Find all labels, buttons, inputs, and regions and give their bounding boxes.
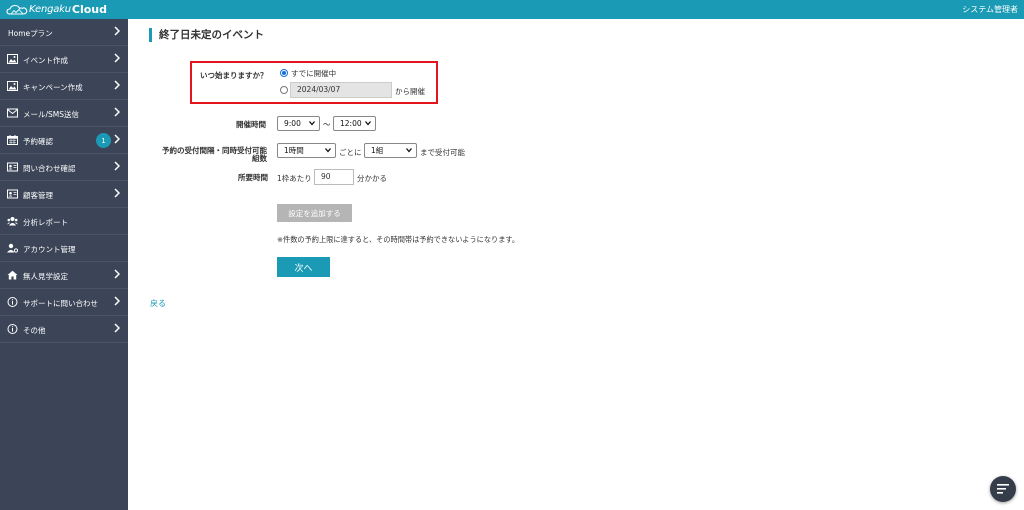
groups-suffix: まで受付可能 (420, 148, 465, 157)
chevron-right-icon (114, 161, 120, 171)
time-separator: 〜 (323, 120, 331, 129)
image-icon (7, 81, 18, 91)
sidebar-item-label: 顧客管理 (23, 191, 53, 200)
end-time-value: 12:00 (340, 119, 362, 128)
sidebar-item-3[interactable]: メール/SMS送信 (0, 100, 128, 127)
page-title: 終了日未定のイベント (149, 28, 264, 42)
info-icon (7, 324, 18, 334)
info-icon (7, 297, 18, 307)
chevron-right-icon (114, 26, 120, 36)
duration-label: 所要時間 (238, 173, 268, 182)
sidebar-item-5[interactable]: 問い合わせ確認 (0, 154, 128, 181)
chevron-right-icon (114, 323, 120, 333)
home-icon (7, 270, 18, 280)
groups-value: 1組 (371, 146, 384, 155)
chevron-right-icon (114, 188, 120, 198)
user-menu[interactable]: システム管理者 (962, 4, 1018, 15)
sidebar-item-label: その他 (23, 326, 46, 335)
chevron-right-icon (114, 269, 120, 279)
chevron-down-icon (365, 121, 371, 126)
chevron-right-icon (114, 134, 120, 144)
image-icon (7, 54, 18, 64)
start-label: いつ始まりますか？ (200, 71, 268, 80)
brand-suffix: Cloud (71, 3, 108, 16)
user-gear-icon (7, 243, 18, 253)
sidebar-item-8[interactable]: アカウント管理 (0, 235, 128, 262)
groups-select[interactable]: 1組 (364, 143, 417, 158)
hours-label: 開催時間 (236, 120, 266, 129)
sidebar-item-label: 分析レポート (23, 218, 68, 227)
interval-select[interactable]: 1時間 (277, 143, 336, 158)
chevron-right-icon (114, 53, 120, 63)
sidebar-item-label: 問い合わせ確認 (23, 164, 76, 173)
sidebar-item-6[interactable]: 顧客管理 (0, 181, 128, 208)
logo[interactable]: Kengaku Cloud (6, 3, 107, 16)
sidebar: Homeプランイベント作成キャンペーン作成 メール/SMS送信 予約確認 1 問い合わせ… (0, 19, 128, 510)
sidebar-item-4[interactable]: 予約確認 1 (0, 127, 128, 154)
back-link[interactable]: 戻る (150, 298, 166, 309)
duration-suffix: 分かかる (357, 174, 387, 183)
chevron-right-icon (114, 80, 120, 90)
chevron-down-icon (406, 148, 412, 153)
sidebar-item-label: サポートに問い合わせ (23, 299, 98, 308)
filter-list-icon (997, 484, 1009, 494)
brand-prefix: Kengaku (29, 4, 71, 15)
notification-badge: 1 (96, 133, 111, 148)
mail-icon (7, 108, 18, 118)
duration-prefix: 1枠あたり (277, 174, 312, 183)
interval-suffix: ごとに (339, 148, 362, 157)
top-bar: Kengaku Cloud システム管理者 (0, 0, 1024, 19)
reservation-limit-note: ※件数の予約上限に達すると、その時間帯は予約できないようになります。 (277, 235, 520, 244)
sidebar-item-label: 予約確認 (23, 137, 53, 146)
menu-fab[interactable] (990, 476, 1016, 502)
reservation-label-line2: 組数 (252, 154, 267, 163)
sidebar-item-label: メール/SMS送信 (23, 110, 80, 119)
sidebar-item-label: 無人見学設定 (23, 272, 68, 281)
id-card-icon (7, 162, 18, 172)
sidebar-item-2[interactable]: キャンペーン作成 (0, 73, 128, 100)
sidebar-item-label: イベント作成 (23, 56, 68, 65)
chevron-down-icon (325, 148, 331, 153)
sidebar-item-9[interactable]: 無人見学設定 (0, 262, 128, 289)
radio-start-date[interactable] (280, 86, 288, 94)
users-icon (7, 217, 18, 226)
duration-input[interactable]: 90 (314, 169, 354, 185)
id-card-icon (7, 189, 18, 199)
start-date-suffix: から開催 (395, 87, 425, 96)
end-time-select[interactable]: 12:00 (333, 116, 376, 131)
sidebar-item-label: Homeプラン (8, 29, 53, 38)
sidebar-item-1[interactable]: イベント作成 (0, 46, 128, 73)
chevron-down-icon (309, 121, 315, 126)
chevron-right-icon (114, 107, 120, 117)
sidebar-item-0[interactable]: Homeプラン (0, 19, 128, 46)
cloud-logo-icon (6, 4, 28, 15)
interval-value: 1時間 (284, 146, 304, 155)
next-button[interactable]: 次へ (277, 257, 330, 277)
start-date-input[interactable]: 2024/03/07 (290, 82, 392, 98)
start-time-value: 9:00 (284, 119, 301, 128)
chevron-right-icon (114, 296, 120, 306)
sidebar-item-10[interactable]: サポートに問い合わせ (0, 289, 128, 316)
sidebar-item-label: キャンペーン作成 (23, 83, 83, 92)
radio-already-running[interactable] (280, 69, 288, 77)
radio-already-running-label: すでに開催中 (291, 69, 337, 78)
start-time-select[interactable]: 9:00 (277, 116, 320, 131)
sidebar-item-11[interactable]: その他 (0, 316, 128, 343)
sidebar-item-7[interactable]: 分析レポート (0, 208, 128, 235)
calendar-icon (7, 135, 18, 145)
sidebar-item-label: アカウント管理 (23, 245, 76, 254)
add-setting-button[interactable]: 設定を追加する (277, 204, 352, 222)
